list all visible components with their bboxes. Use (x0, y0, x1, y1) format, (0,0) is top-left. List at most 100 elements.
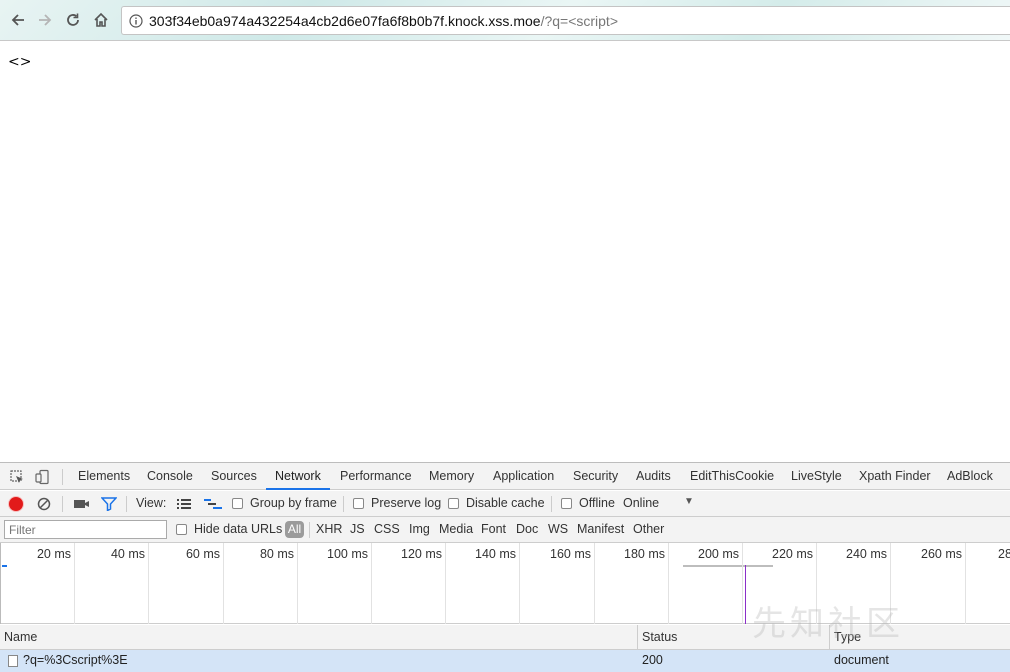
url-host: 303f34eb0a974a432254a4cb2d6e07fa6f8b0b7f… (149, 12, 541, 29)
tab-application[interactable]: Application (493, 463, 554, 490)
watermark-text: 先知社区 (752, 604, 904, 644)
request-bar (2, 565, 7, 567)
timeline-tick-label: 140 ms (475, 547, 516, 561)
filter-font[interactable]: Font (481, 522, 506, 536)
tab-xpath-finder[interactable]: Xpath Finder (859, 463, 931, 490)
filter-bar: Hide data URLs All XHR JS CSS Img Media … (0, 517, 1010, 543)
table-row[interactable]: ?q=%3Cscript%3E 200 document (0, 650, 1010, 672)
tab-elements[interactable]: Elements (78, 463, 130, 490)
camera-icon[interactable] (74, 498, 90, 510)
group-by-frame-label: Group by frame (250, 496, 337, 510)
request-status: 200 (642, 653, 663, 667)
back-button[interactable] (8, 10, 28, 30)
home-icon (94, 12, 108, 27)
info-icon[interactable] (129, 13, 143, 28)
tab-audits[interactable]: Audits (636, 463, 671, 490)
timeline-tick-label: 180 ms (624, 547, 665, 561)
filter-divider (309, 522, 310, 538)
tab-livestyle[interactable]: LiveStyle (791, 463, 842, 490)
filter-img[interactable]: Img (409, 522, 430, 536)
hide-data-urls-checkbox[interactable] (176, 524, 187, 535)
request-bar (683, 565, 773, 567)
tab-divider (62, 469, 63, 485)
forward-arrow-icon (39, 14, 52, 26)
url-text: 303f34eb0a974a432254a4cb2d6e07fa6f8b0b7f… (149, 13, 618, 29)
group-by-frame-checkbox[interactable] (232, 498, 243, 509)
filter-all-button[interactable]: All (285, 521, 304, 538)
preserve-log-label: Preserve log (371, 496, 442, 510)
tab-editthiscookie[interactable]: EditThisCookie (690, 463, 774, 490)
timeline-tick-label: 28 (998, 547, 1010, 561)
home-button[interactable] (91, 10, 111, 30)
timeline-tick-label: 20 ms (36, 547, 71, 561)
watermark-logo: 先知社区 (752, 596, 904, 645)
timeline-tick-label: 40 ms (110, 547, 145, 561)
offline-checkbox[interactable] (561, 498, 572, 509)
filter-css[interactable]: CSS (374, 522, 400, 536)
inspect-element-icon[interactable] (8, 468, 26, 486)
timeline-tick-label: 100 ms (327, 547, 368, 561)
timeline-divider (148, 543, 149, 624)
timeline-tick-label: 260 ms (921, 547, 962, 561)
tab-adblock[interactable]: AdBlock (947, 463, 993, 490)
filter-media[interactable]: Media (439, 522, 473, 536)
clear-icon[interactable] (37, 497, 51, 511)
filter-xhr[interactable]: XHR (316, 522, 342, 536)
forward-button[interactable] (35, 10, 55, 30)
record-icon[interactable] (9, 497, 23, 511)
browser-toolbar: 303f34eb0a974a432254a4cb2d6e07fa6f8b0b7f… (0, 0, 1010, 41)
view-label: View: (136, 496, 167, 510)
tab-memory[interactable]: Memory (429, 463, 474, 490)
tab-sources[interactable]: Sources (211, 463, 257, 490)
filter-ws[interactable]: WS (548, 522, 568, 536)
column-status-header[interactable]: Status (638, 625, 677, 650)
filter-js[interactable]: JS (350, 522, 365, 536)
toolbar-divider (62, 496, 63, 512)
request-type: document (834, 653, 889, 667)
reload-button[interactable] (63, 10, 83, 30)
toolbar-divider (126, 496, 127, 512)
device-toolbar-icon[interactable] (33, 468, 51, 486)
back-arrow-icon (11, 14, 24, 26)
preserve-log-checkbox[interactable] (353, 498, 364, 509)
timeline-divider (965, 543, 966, 624)
timeline-tick-label: 60 ms (185, 547, 220, 561)
disable-cache-label: Disable cache (466, 496, 545, 510)
timeline-tick-label: 80 ms (259, 547, 294, 561)
column-name-header[interactable]: Name (0, 625, 37, 650)
tab-network[interactable]: Network (266, 463, 330, 490)
devtools-tab-bar: Elements Console Sources Network Perform… (0, 463, 1010, 490)
filter-input[interactable] (4, 520, 167, 539)
page-body-text: <> (8, 54, 32, 70)
page-content: <> (0, 41, 1010, 462)
filter-manifest[interactable]: Manifest (577, 522, 624, 536)
url-path: /?q=<script> (540, 12, 618, 29)
address-bar[interactable]: 303f34eb0a974a432254a4cb2d6e07fa6f8b0b7f… (121, 6, 1010, 35)
toolbar-divider (343, 496, 344, 512)
network-toolbar: View: Group by frame Preserve log Disabl… (0, 491, 1010, 517)
tab-performance[interactable]: Performance (340, 463, 412, 490)
disable-cache-checkbox[interactable] (448, 498, 459, 509)
waterfall-icon[interactable] (204, 498, 222, 510)
reload-icon (67, 13, 79, 26)
timeline-tick-label: 160 ms (550, 547, 591, 561)
timeline-tick-label: 240 ms (846, 547, 887, 561)
hide-data-urls-label: Hide data URLs (194, 522, 283, 536)
timeline-divider (0, 543, 1, 624)
throttle-select[interactable]: Online ▼ (623, 491, 699, 517)
offline-label: Offline (579, 496, 615, 510)
document-file-icon (8, 655, 18, 667)
tab-console[interactable]: Console (147, 463, 193, 490)
throttle-value: Online (623, 496, 660, 510)
timeline-tick-label: 120 ms (401, 547, 442, 561)
request-name: ?q=%3Cscript%3E (23, 653, 128, 667)
tab-security[interactable]: Security (573, 463, 618, 490)
timeline-divider (519, 543, 520, 624)
timeline-tick-label: 220 ms (772, 547, 813, 561)
dropdown-triangle-icon: ▼ (684, 496, 694, 507)
filter-doc[interactable]: Doc (516, 522, 538, 536)
toolbar-divider (551, 496, 552, 512)
large-rows-icon[interactable] (177, 498, 191, 510)
filter-other[interactable]: Other (633, 522, 664, 536)
filter-icon[interactable] (100, 497, 118, 512)
